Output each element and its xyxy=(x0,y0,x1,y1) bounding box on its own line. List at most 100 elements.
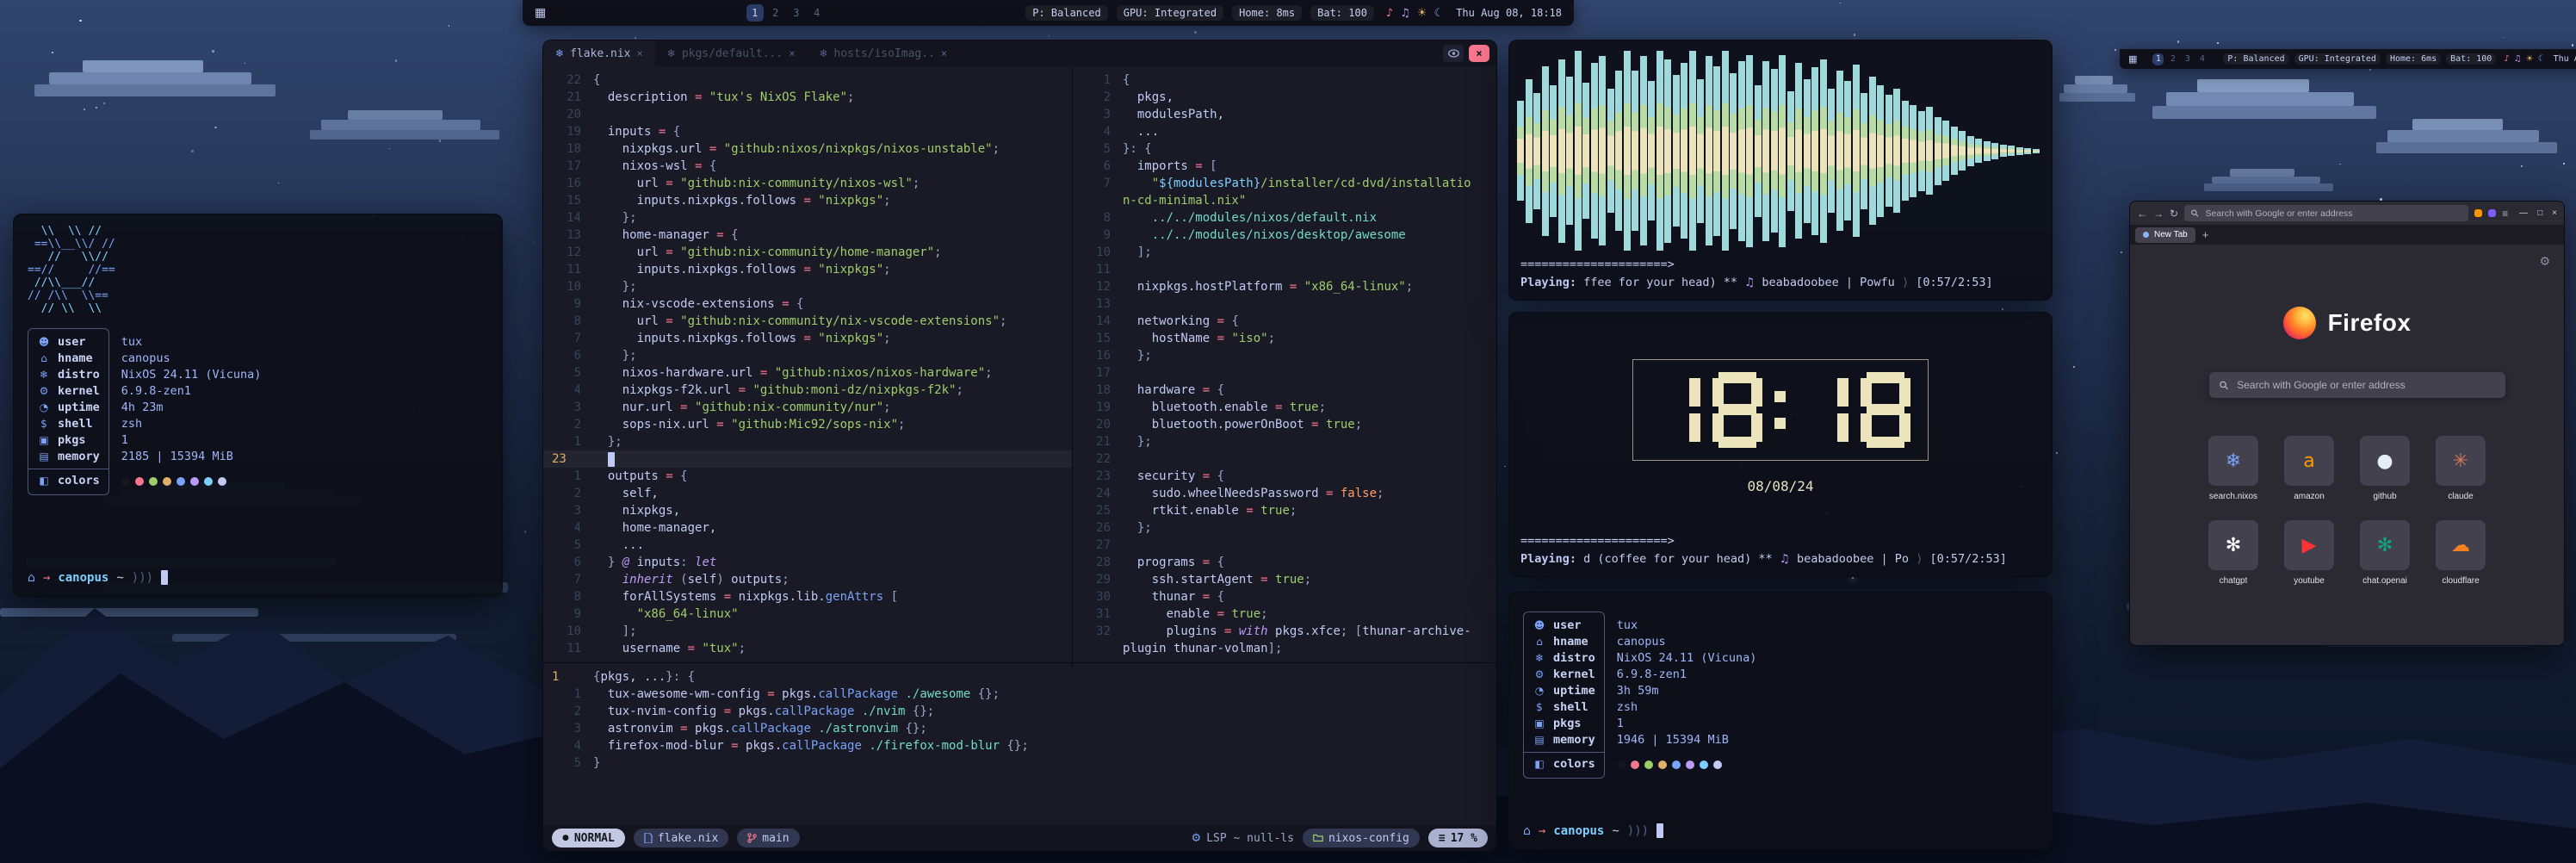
shortcut-youtube[interactable]: ▶youtube xyxy=(2284,520,2334,586)
extension-icon[interactable] xyxy=(2474,209,2482,217)
code-line[interactable]: 3 nur.url = "github:nix-community/nur"; xyxy=(543,399,1072,416)
music-visualizer-window[interactable]: =====================> Playing: ffee for… xyxy=(1508,40,2053,301)
code-line[interactable]: 32 plugins = with pkgs.xfce; [thunar-arc… xyxy=(1073,623,1496,640)
code-line[interactable]: 2 pkgs, xyxy=(1073,89,1496,106)
code-line[interactable]: 11 xyxy=(1073,261,1496,278)
code-line[interactable]: 7 inputs.nixpkgs.follows = "nixpkgs"; xyxy=(543,330,1072,347)
code-line[interactable]: 25 rtkit.enable = true; xyxy=(1073,502,1496,519)
extension-icon[interactable] xyxy=(2488,209,2496,217)
code-line[interactable]: 5 ... xyxy=(543,537,1072,554)
tab-pkgs/default...[interactable]: ❄pkgs/default...× xyxy=(655,40,808,66)
code-line[interactable]: 5}: { xyxy=(1073,140,1496,158)
code-line[interactable]: 10 }; xyxy=(543,278,1072,295)
code-line[interactable]: 18 nixpkgs.url = "github:nixos/nixpkgs/n… xyxy=(543,140,1072,158)
terminal-fastfetch-window-2[interactable]: ☻user⌂hname❄distro⚙kernel◔uptime$shell▣p… xyxy=(1508,592,2053,850)
code-line[interactable]: 5} xyxy=(543,754,1496,772)
code-line[interactable]: 22 xyxy=(1073,450,1496,468)
network-icon[interactable]: ☾ xyxy=(2538,54,2546,64)
workspace-2[interactable]: 2 xyxy=(767,4,784,22)
code-line[interactable]: 17 nixos-wsl = { xyxy=(543,158,1072,175)
code-line[interactable]: 11 username = "tux"; xyxy=(543,640,1072,657)
tab-new-tab[interactable]: New Tab xyxy=(2135,227,2195,243)
code-line[interactable]: 3 modulesPath, xyxy=(1073,106,1496,123)
code-line[interactable]: 13 xyxy=(1073,295,1496,313)
code-line[interactable]: 8 url = "github:nix-community/nix-vscode… xyxy=(543,313,1072,330)
code-line[interactable]: 5 nixos-hardware.url = "github:nixos/nix… xyxy=(543,364,1072,382)
code-line[interactable]: 10 ]; xyxy=(1073,244,1496,261)
menu-icon[interactable]: ≡ xyxy=(2502,208,2508,220)
code-line[interactable]: 20 bluetooth.powerOnBoot = true; xyxy=(1073,416,1496,433)
code-line[interactable]: 1 tux-awesome-wm-config = pkgs.callPacka… xyxy=(543,686,1496,703)
code-line[interactable]: 15 inputs.nixpkgs.follows = "nixpkgs"; xyxy=(543,192,1072,209)
code-line[interactable]: 9 nix-vscode-extensions = { xyxy=(543,295,1072,313)
shortcut-search.nixos[interactable]: ❄search.nixos xyxy=(2208,436,2258,501)
code-line[interactable]: 4 firefox-mod-blur = pkgs.callPackage ./… xyxy=(543,737,1496,754)
workspace-4[interactable]: 4 xyxy=(2196,53,2208,65)
volume-icon[interactable]: ♫ xyxy=(2514,54,2522,64)
code-line[interactable]: 3 astronvim = pkgs.callPackage ./astronv… xyxy=(543,720,1496,737)
code-line[interactable]: 28 programs = { xyxy=(1073,554,1496,571)
urlbar-input[interactable] xyxy=(2204,208,2462,220)
code-line[interactable]: 18 hardware = { xyxy=(1073,382,1496,399)
newtab-search-input[interactable] xyxy=(2235,378,2495,392)
workspace-3[interactable]: 3 xyxy=(2182,53,2193,65)
code-line[interactable]: 13 home-manager = { xyxy=(543,227,1072,244)
code-line[interactable]: 8 ../../modules/nixos/default.nix xyxy=(1073,209,1496,227)
code-line[interactable]: 19 bluetooth.enable = true; xyxy=(1073,399,1496,416)
workspace-2[interactable]: 2 xyxy=(2167,53,2178,65)
music-icon[interactable]: ♪ xyxy=(1386,7,1393,20)
reload-icon[interactable]: ↻ xyxy=(2170,208,2178,220)
code-line[interactable]: 4 ... xyxy=(1073,123,1496,140)
window-close-button[interactable]: × xyxy=(1469,45,1489,62)
code-line[interactable]: 6 }; xyxy=(543,347,1072,364)
code-line[interactable]: 21 }; xyxy=(1073,433,1496,450)
shortcut-chat.openai[interactable]: ✻chat.openai xyxy=(2360,520,2410,586)
code-line[interactable]: 1{ xyxy=(1073,71,1496,89)
volume-icon[interactable]: ♫ xyxy=(1400,7,1410,20)
editor-pane-iso[interactable]: 1{2 pkgs,3 modulesPath,4 ...5}: {6 impor… xyxy=(1073,66,1496,667)
code-line[interactable]: 30 thunar = { xyxy=(1073,588,1496,605)
editor-pane-pkgs[interactable]: 1{pkgs, ...}: {1 tux-awesome-wm-config =… xyxy=(543,662,1496,825)
shortcut-github[interactable]: ●github xyxy=(2360,436,2410,501)
brightness-icon[interactable]: ☀ xyxy=(2526,54,2534,64)
app-launcher-icon[interactable]: ▦ xyxy=(535,6,546,20)
code-line[interactable]: 24 sudo.wheelNeedsPassword = false; xyxy=(1073,485,1496,502)
app-launcher-icon[interactable]: ▦ xyxy=(2128,53,2137,65)
code-line[interactable]: 14 networking = { xyxy=(1073,313,1496,330)
tab-close-icon[interactable]: × xyxy=(941,47,947,59)
code-line[interactable]: 6 } @ inputs: let xyxy=(543,554,1072,571)
code-line[interactable]: 9 "x86_64-linux" xyxy=(543,605,1072,623)
newtab-search-bar[interactable] xyxy=(2209,372,2505,398)
shortcut-chatgpt[interactable]: ✻chatgpt xyxy=(2208,520,2258,586)
code-line[interactable]: 2 self, xyxy=(543,485,1072,502)
urlbar[interactable] xyxy=(2184,205,2468,221)
minimize-button[interactable]: — xyxy=(2519,208,2528,218)
code-line[interactable]: 29 ssh.startAgent = true; xyxy=(1073,571,1496,588)
code-line[interactable]: 19 inputs = { xyxy=(543,123,1072,140)
toggle-view-button[interactable] xyxy=(1443,45,1464,62)
tab-hosts/isoImag..[interactable]: ❄hosts/isoImag..× xyxy=(807,40,959,66)
shortcut-cloudflare[interactable]: ☁cloudflare xyxy=(2436,520,2486,586)
code-line[interactable]: 27 xyxy=(1073,537,1496,554)
code-line[interactable]: 17 xyxy=(1073,364,1496,382)
code-line[interactable]: 16 url = "github:nix-community/nixos-wsl… xyxy=(543,175,1072,192)
code-line[interactable]: 22{ xyxy=(543,71,1072,89)
code-line[interactable]: 8 forAllSystems = nixpkgs.lib.genAttrs [ xyxy=(543,588,1072,605)
code-line[interactable]: 7 inherit (self) outputs; xyxy=(543,571,1072,588)
code-line[interactable]: 21 description = "tux's NixOS Flake"; xyxy=(543,89,1072,106)
code-line[interactable]: 11 inputs.nixpkgs.follows = "nixpkgs"; xyxy=(543,261,1072,278)
workspace-4[interactable]: 4 xyxy=(808,4,826,22)
code-line[interactable]: 7 "${modulesPath}/installer/cd-dvd/insta… xyxy=(1073,175,1496,192)
tab-close-icon[interactable]: × xyxy=(637,47,643,59)
code-line[interactable]: 4 nixpkgs-f2k.url = "github:moni-dz/nixp… xyxy=(543,382,1072,399)
code-line[interactable]: 23 xyxy=(543,450,1072,468)
tty-clock-window[interactable]: 08/08/24 =====================> Playing:… xyxy=(1508,312,2053,577)
new-tab-button[interactable]: + xyxy=(2202,228,2209,241)
workspace-1[interactable]: 1 xyxy=(746,4,764,22)
back-icon[interactable]: ← xyxy=(2137,208,2147,220)
brightness-icon[interactable]: ☀ xyxy=(1417,7,1427,20)
workspace-1[interactable]: 1 xyxy=(2152,53,2164,65)
code-line[interactable]: plugin thunar-volman]; xyxy=(1073,640,1496,657)
code-line[interactable]: 14 }; xyxy=(543,209,1072,227)
code-line[interactable]: 2 sops-nix.url = "github:Mic92/sops-nix"… xyxy=(543,416,1072,433)
